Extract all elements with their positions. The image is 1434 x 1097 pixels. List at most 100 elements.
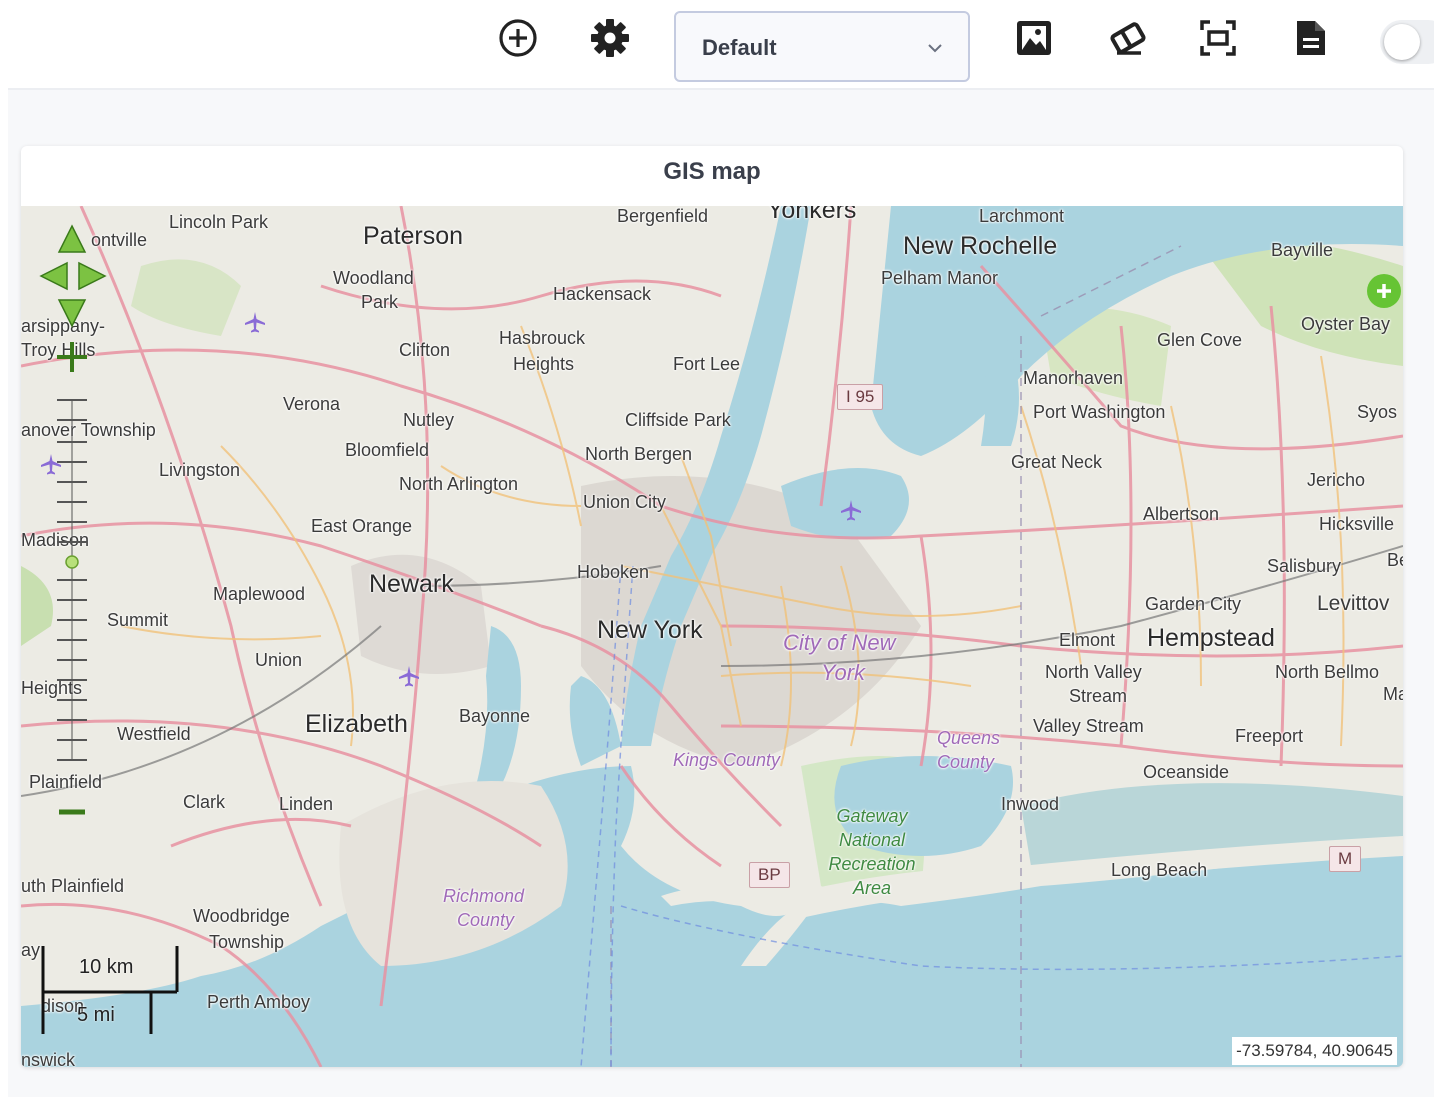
place-label: Elmont (1059, 630, 1116, 650)
airport-icon (397, 664, 421, 693)
county-label: Queens (937, 728, 1001, 748)
scale-km-label: 10 km (79, 956, 134, 978)
place-label: Ma (1383, 684, 1403, 704)
place-label: Newark (369, 570, 454, 598)
place-label: Paterson (363, 222, 464, 250)
scale-mi-label: 5 mi (77, 1004, 115, 1026)
layer-switcher-button[interactable] (1367, 274, 1401, 308)
place-label: Salisbury (1267, 556, 1342, 576)
gear-icon[interactable] (586, 14, 634, 62)
place-label: Woodbridge (193, 906, 290, 926)
pan-up-button[interactable] (57, 224, 87, 254)
highway-shield: BP (749, 862, 790, 888)
place-label: North Arlington (399, 474, 519, 494)
place-label: Clifton (399, 340, 451, 360)
place-label: Stream (1069, 686, 1128, 706)
zoom-out-button[interactable] (55, 802, 89, 822)
place-label: Perth Amboy (207, 992, 311, 1012)
image-icon[interactable] (1010, 14, 1058, 62)
chevron-down-icon (926, 39, 944, 62)
zoom-slider-handle[interactable] (61, 554, 83, 572)
eraser-icon[interactable] (1104, 14, 1152, 62)
place-label: Township (209, 932, 285, 952)
document-icon[interactable] (1286, 14, 1334, 62)
county-label: York (821, 660, 866, 685)
theme-toggle[interactable] (1380, 20, 1434, 64)
place-label: Heights (513, 354, 575, 374)
place-label: Oceanside (1143, 762, 1230, 782)
park-label-line: Recreation (828, 854, 916, 874)
place-label: Hackensack (553, 284, 652, 304)
park-label-line: Area (852, 878, 892, 898)
add-circle-icon[interactable] (494, 14, 542, 62)
place-label: Levittov (1317, 592, 1390, 615)
scale-bar: 10 km 5 mi (41, 946, 201, 1046)
place-label: Yonkers (767, 206, 857, 224)
place-label: Woodland (333, 268, 414, 288)
highway-shield: I 95 (837, 384, 884, 410)
place-label: New Rochelle (903, 232, 1058, 260)
place-label: Valley Stream (1033, 716, 1144, 736)
airport-icon (839, 498, 863, 527)
place-label: Bayville (1271, 240, 1334, 260)
place-label: Long Beach (1111, 860, 1208, 880)
place-label: Manorhaven (1023, 368, 1124, 388)
place-label: East Orange (311, 516, 413, 536)
pan-down-button[interactable] (57, 298, 87, 328)
map-canvas[interactable]: I 95 BP M Lincoln Park ontville Paterson… (21, 206, 1403, 1067)
place-label: Bayonne (459, 706, 531, 726)
highway-shield: M (1329, 846, 1362, 872)
place-label: Hempstead (1147, 624, 1275, 652)
place-label: Lincoln Park (169, 212, 269, 232)
place-label: Inwood (1001, 794, 1060, 814)
place-label: Bet (1387, 550, 1403, 570)
place-label: Clark (183, 792, 226, 812)
place-label: Linden (279, 794, 334, 814)
layout-select-value: Default (702, 35, 777, 60)
place-label: North Valley (1045, 662, 1142, 682)
place-label: Hasbrouck (499, 328, 586, 348)
park-label-line: Gateway (836, 806, 908, 826)
pan-left-button[interactable] (39, 262, 69, 292)
layout-select[interactable]: Default (674, 11, 970, 82)
place-label: Albertson (1143, 504, 1220, 524)
place-label: North Bellmo (1275, 662, 1380, 682)
place-label: Pelham Manor (881, 268, 999, 288)
place-label: Fort Lee (673, 354, 741, 374)
gis-map-card: GIS map I 95 BP M Lincoln Park ontville … (21, 146, 1403, 1067)
place-label: Bergenfield (617, 206, 709, 226)
county-label: City of New (783, 630, 896, 655)
place-label: Glen Cove (1157, 330, 1243, 350)
county-label: County (937, 752, 995, 772)
place-label: uth Plainfield (21, 876, 125, 896)
place-label: Union (255, 650, 303, 670)
zoom-in-button[interactable] (55, 340, 89, 374)
place-label: North Bergen (585, 444, 693, 464)
place-label: Great Neck (1011, 452, 1103, 472)
plus-icon (1377, 284, 1391, 298)
pan-right-button[interactable] (77, 262, 107, 292)
place-label: Elizabeth (305, 710, 408, 738)
place-label: New York (597, 616, 703, 644)
mouse-position-readout: -73.59784, 40.90645 (1232, 1037, 1397, 1065)
toggle-knob (1384, 24, 1420, 60)
park-label: Gateway National Recreation Area (827, 804, 917, 900)
place-label: Larchmont (979, 206, 1065, 226)
place-label: Verona (283, 394, 341, 414)
place-label: Summit (107, 610, 169, 630)
county-label: Richmond (443, 886, 525, 906)
park-label-line: National (838, 830, 906, 850)
place-label: Westfield (117, 724, 191, 744)
card-title: GIS map (663, 158, 761, 185)
fit-screen-icon[interactable] (1194, 14, 1242, 62)
place-label: Freeport (1235, 726, 1304, 746)
place-label: Port Washington (1033, 402, 1166, 422)
place-label: Syos (1357, 402, 1398, 422)
place-label: Park (361, 292, 399, 312)
place-label: Hoboken (577, 562, 650, 582)
place-label: Hicksville (1319, 514, 1395, 534)
place-label: nswick (21, 1050, 76, 1067)
place-label: Livingston (159, 460, 241, 480)
map-navigation-control (39, 224, 109, 824)
place-label: Jericho (1307, 470, 1366, 490)
